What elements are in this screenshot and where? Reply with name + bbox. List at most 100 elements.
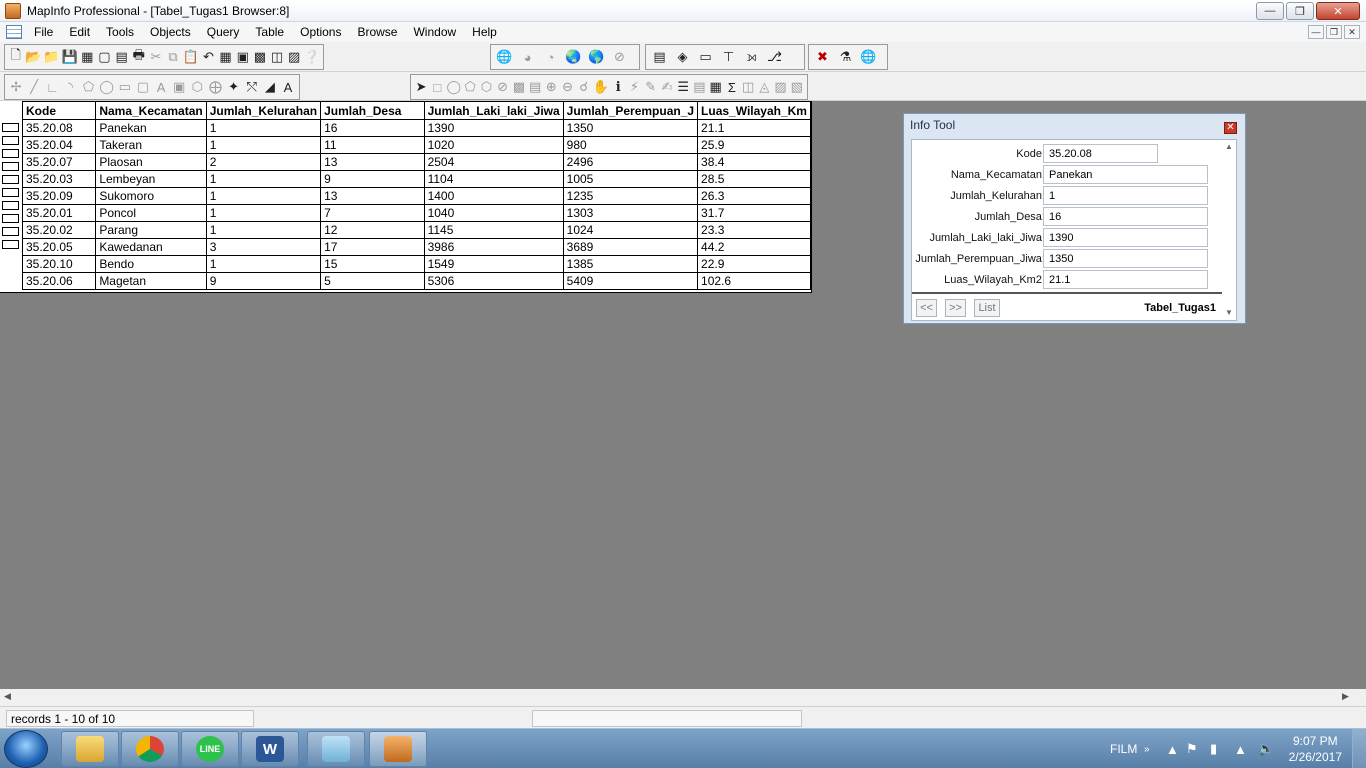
run-tool-icon[interactable]: ✖: [812, 47, 833, 68]
row-selector[interactable]: [2, 149, 19, 158]
table-cell[interactable]: 3689: [562, 238, 699, 256]
column-header[interactable]: Jumlah_Perempuan_J: [562, 101, 699, 120]
ruler-2-icon[interactable]: ▤: [692, 77, 706, 98]
table-row[interactable]: 35.20.10 Bendo 1 15 1549 1385 22.9: [21, 255, 811, 273]
menu-tools[interactable]: Tools: [98, 25, 142, 39]
table-cell[interactable]: 102.6: [697, 272, 811, 290]
menu-file[interactable]: File: [26, 25, 61, 39]
mapinfo-app-icon[interactable]: [5, 2, 21, 19]
taskbar-explorer[interactable]: [61, 731, 119, 767]
label-icon[interactable]: ✎: [644, 77, 658, 98]
table-cell[interactable]: Takeran: [95, 136, 207, 154]
table-row[interactable]: 35.20.08 Panekan 1 16 1390 1350 21.1: [21, 119, 811, 137]
menu-edit[interactable]: Edit: [61, 25, 98, 39]
info-field-value[interactable]: 16: [1043, 207, 1208, 226]
table-cell[interactable]: 35.20.10: [21, 255, 97, 273]
table-cell[interactable]: 35.20.09: [21, 187, 97, 205]
table-cell[interactable]: 15: [320, 255, 425, 273]
table-cell[interactable]: 1400: [423, 187, 564, 205]
table-cell[interactable]: 22.9: [697, 255, 811, 273]
new-grapher-icon[interactable]: ▩: [252, 47, 267, 68]
row-selector[interactable]: [2, 240, 19, 249]
row-selector[interactable]: [2, 175, 19, 184]
symbol-style-icon[interactable]: ✦: [226, 77, 242, 98]
network-signal-icon[interactable]: ▲: [1234, 729, 1247, 768]
menu-help[interactable]: Help: [464, 25, 505, 39]
table-cell[interactable]: 1: [205, 136, 322, 154]
paste-icon[interactable]: 📋: [183, 47, 199, 68]
table-cell[interactable]: 1104: [423, 170, 564, 188]
disabled-globe-icon[interactable]: ⊘: [609, 47, 630, 68]
table-cell[interactable]: 1: [205, 170, 322, 188]
add-node-tool-icon[interactable]: ⨁: [207, 77, 223, 98]
info-field-value[interactable]: 1: [1043, 186, 1208, 205]
arc-tool-icon[interactable]: ◝: [62, 77, 78, 98]
table-cell[interactable]: 1020: [423, 136, 564, 154]
table-cell[interactable]: 1: [205, 119, 322, 137]
table-cell[interactable]: 26.3: [697, 187, 811, 205]
open-workspace-icon[interactable]: 📁: [43, 47, 59, 68]
scroll-up-icon[interactable]: ▲: [1222, 140, 1236, 154]
table-cell[interactable]: 16: [320, 119, 425, 137]
clip-region-icon[interactable]: ▧: [790, 77, 804, 98]
table-cell[interactable]: 2: [205, 153, 322, 171]
table-cell[interactable]: 1390: [423, 119, 564, 137]
row-selector[interactable]: [2, 201, 19, 210]
copy-icon[interactable]: ⧉: [166, 47, 181, 68]
polyline-tool-icon[interactable]: ∟: [44, 77, 60, 98]
table-cell[interactable]: 12: [320, 221, 425, 239]
legend-2-icon[interactable]: ▦: [709, 77, 723, 98]
row-selector[interactable]: [2, 123, 19, 132]
table-cell[interactable]: 3: [205, 238, 322, 256]
table-cell[interactable]: 9: [320, 170, 425, 188]
menu-table[interactable]: Table: [247, 25, 292, 39]
invert-selection-icon[interactable]: ▩: [512, 77, 526, 98]
table-cell[interactable]: Panekan: [95, 119, 207, 137]
marquee-select-icon[interactable]: □: [430, 77, 444, 98]
table-cell[interactable]: 7: [320, 204, 425, 222]
statistics-sigma-icon[interactable]: Σ: [725, 77, 739, 98]
table-cell[interactable]: 35.20.01: [21, 204, 97, 222]
table-row[interactable]: 35.20.01 Poncol 1 7 1040 1303 31.7: [21, 204, 811, 222]
wfs-icon[interactable]: ◕: [517, 47, 538, 68]
table-row[interactable]: 35.20.04 Takeran 1 11 1020 980 25.9: [21, 136, 811, 154]
table-row[interactable]: 35.20.09 Sukomoro 1 13 1400 1235 26.3: [21, 187, 811, 205]
close-button[interactable]: ✕: [1316, 2, 1360, 20]
new-redistrict-icon[interactable]: ▨: [287, 47, 302, 68]
table-cell[interactable]: 1: [205, 187, 322, 205]
clear-target-icon[interactable]: ◬: [757, 77, 771, 98]
table-cell[interactable]: 9: [205, 272, 322, 290]
world-icon[interactable]: 🌐: [858, 47, 879, 68]
symbol-tool-icon[interactable]: ✢: [8, 77, 24, 98]
table-cell[interactable]: Plaosan: [95, 153, 207, 171]
table-cell[interactable]: 35.20.02: [21, 221, 97, 239]
table-cell[interactable]: 980: [562, 136, 699, 154]
doc-minimize-button[interactable]: —: [1308, 25, 1324, 39]
table-cell[interactable]: 35.20.07: [21, 153, 97, 171]
previous-record-button[interactable]: <<: [916, 299, 937, 317]
table-cell[interactable]: 1303: [562, 204, 699, 222]
minimize-button[interactable]: —: [1256, 2, 1284, 20]
open-icon[interactable]: 📂: [25, 47, 41, 68]
table-row[interactable]: 35.20.05 Kawedanan 3 17 3986 3689 44.2: [21, 238, 811, 256]
rounded-rectangle-tool-icon[interactable]: ▢: [135, 77, 151, 98]
info-field-value[interactable]: 1390: [1043, 228, 1208, 247]
chart-icon[interactable]: ⟕: [741, 47, 762, 68]
tool-manager-icon[interactable]: ⚗: [835, 47, 856, 68]
drag-map-icon[interactable]: ✍: [660, 77, 674, 98]
table-cell[interactable]: 1: [205, 221, 322, 239]
table-cell[interactable]: Poncol: [95, 204, 207, 222]
set-target-icon[interactable]: ◫: [741, 77, 755, 98]
table-row[interactable]: 35.20.07 Plaosan 2 13 2504 2496 38.4: [21, 153, 811, 171]
row-selector[interactable]: [2, 162, 19, 171]
table-cell[interactable]: Lembeyan: [95, 170, 207, 188]
battery-icon[interactable]: ▮: [1210, 729, 1217, 768]
table-cell[interactable]: 1235: [562, 187, 699, 205]
table-cell[interactable]: 1145: [423, 221, 564, 239]
table-cell[interactable]: 1005: [562, 170, 699, 188]
table-cell[interactable]: Bendo: [95, 255, 207, 273]
table-cell[interactable]: 25.9: [697, 136, 811, 154]
line-tool-icon[interactable]: ╱: [26, 77, 42, 98]
column-header[interactable]: Luas_Wilayah_Km: [697, 101, 811, 120]
table-cell[interactable]: 35.20.04: [21, 136, 97, 154]
